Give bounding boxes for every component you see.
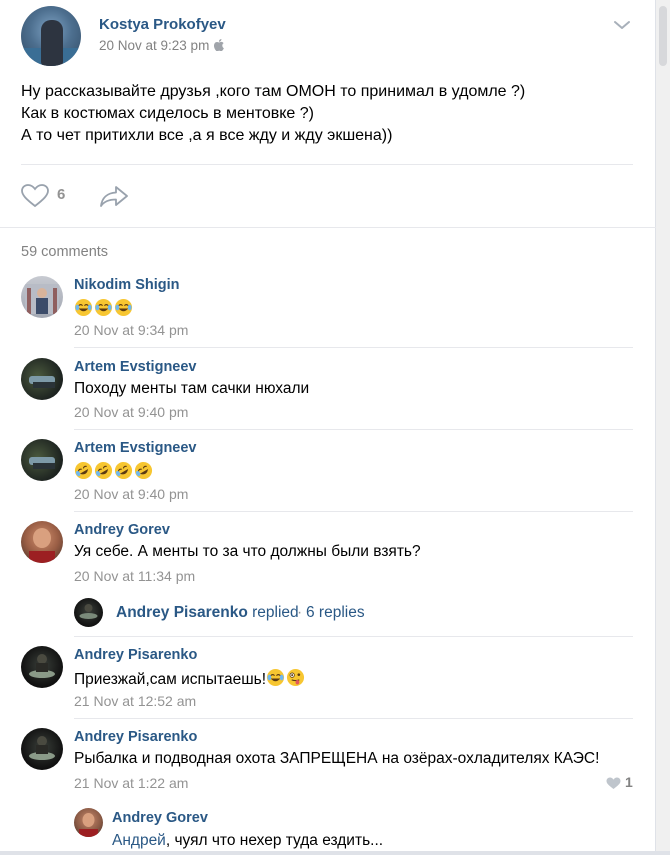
comment-divider (74, 347, 633, 348)
comment-avatar[interactable] (21, 646, 63, 688)
comment-author[interactable]: Andrey Gorev (74, 522, 170, 538)
comment-author[interactable]: Nikodim Shigin (74, 277, 180, 293)
comment-author[interactable]: Artem Evstigneev (74, 359, 197, 375)
comment-text-body: , чуял что нехер туда ездить... (165, 832, 384, 849)
replied-label: replied (252, 604, 299, 621)
post-text-line: Ну рассказывайте друзья ,кого там ОМОН т… (21, 83, 526, 100)
comment-text: Уя себе. А менты то за что должны были в… (74, 543, 421, 560)
comment-avatar[interactable] (21, 521, 63, 563)
comment-author[interactable]: Andrey Pisarenko (74, 647, 197, 663)
post-divider (21, 164, 633, 165)
emoji-rofl-icon (114, 461, 133, 480)
comment-author[interactable]: Andrey Pisarenko (74, 729, 197, 745)
mention-link[interactable]: Андрей (112, 832, 166, 849)
avatar-photo (29, 528, 55, 563)
section-divider (0, 227, 656, 228)
apple-icon (214, 39, 225, 51)
reply-avatar[interactable] (74, 598, 103, 627)
emoji-rofl-icon (134, 461, 153, 480)
comment-avatar[interactable] (21, 439, 63, 481)
scrollbar[interactable] (656, 0, 670, 855)
emoji-rofl-icon (74, 461, 93, 480)
bottom-edge (0, 851, 670, 855)
comment-divider (74, 718, 633, 719)
post-card: Kostya Prokofyev 20 Nov at 9:23 pm Ну ра… (0, 0, 656, 855)
comment-likes-count[interactable]: 1 (625, 774, 633, 790)
comment-emoji-row (74, 461, 154, 482)
post-likes-count[interactable]: 6 (57, 186, 65, 203)
post-author-name[interactable]: Kostya Prokofyev (99, 16, 226, 33)
post-date[interactable]: 20 Nov at 9:23 pm (99, 38, 225, 53)
post-text-line: А то чет притихли все ,а я все жду и жду… (21, 127, 393, 144)
reply-author-name[interactable]: Andrey Pisarenko (116, 604, 248, 621)
emoji-rofl-icon (94, 461, 113, 480)
replies-separator: · (297, 604, 303, 621)
avatar-photo (25, 284, 59, 314)
comment-avatar[interactable] (21, 276, 63, 318)
comment-date[interactable]: 20 Nov at 11:34 pm (74, 568, 195, 584)
avatar-photo (29, 376, 55, 388)
emoji-joy-icon (266, 668, 285, 687)
comment-emoji-row (74, 298, 134, 319)
comment-author[interactable]: Andrey Gorev (112, 810, 208, 826)
comment-avatar[interactable] (21, 358, 63, 400)
post-date-text[interactable]: 20 Nov at 9:23 pm (99, 38, 209, 53)
heart-icon[interactable] (606, 777, 621, 790)
comment-divider (74, 511, 633, 512)
emoji-joy-icon (94, 298, 113, 317)
heart-icon[interactable] (21, 184, 49, 208)
comments-count: 59 comments (21, 244, 109, 260)
emoji-joy-icon (74, 298, 93, 317)
replies-count-link[interactable]: 6 replies (306, 604, 365, 622)
comment-text: Приезжай,сам испытаешь! (74, 671, 267, 688)
comment-date[interactable]: 20 Nov at 9:34 pm (74, 322, 188, 338)
post-text-line: Как в костюмах сиделось в ментовке ?) (21, 105, 314, 122)
avatar-photo (79, 813, 98, 837)
comment-text: Походу менты там сачки нюхали (74, 380, 310, 397)
avatar-photo (79, 604, 98, 619)
avatar-photo (29, 736, 55, 760)
post-author-avatar[interactable] (21, 6, 81, 66)
avatar-photo (29, 654, 55, 678)
post-text: Ну рассказывайте друзья ,кого там ОМОН т… (21, 81, 631, 147)
chevron-down-icon[interactable] (613, 19, 631, 31)
comment-date[interactable]: 20 Nov at 9:40 pm (74, 486, 188, 502)
comment-divider (74, 429, 633, 430)
share-icon[interactable] (99, 184, 129, 208)
emoji-goofy-icon (286, 668, 305, 687)
comment-date[interactable]: 20 Nov at 9:40 pm (74, 404, 188, 420)
comment-text: Андрей, чуял что нехер туда ездить... (112, 832, 383, 850)
comment-avatar[interactable] (21, 728, 63, 770)
comment-author[interactable]: Artem Evstigneev (74, 440, 197, 456)
comment-avatar[interactable] (74, 808, 103, 837)
comment-divider (74, 636, 633, 637)
emoji-joy-icon (114, 298, 133, 317)
comment-text: Рыбалка и подводная охота ЗАПРЕЩЕНА на о… (74, 750, 600, 767)
comment-date[interactable]: 21 Nov at 1:22 am (74, 775, 188, 791)
avatar-photo (29, 457, 55, 469)
comment-text-row: Приезжай,сам испытаешь! (74, 668, 306, 689)
scrollbar-thumb[interactable] (659, 6, 667, 66)
reply-author[interactable]: Andrey Pisarenko replied (116, 604, 299, 622)
comment-date[interactable]: 21 Nov at 12:52 am (74, 693, 196, 709)
